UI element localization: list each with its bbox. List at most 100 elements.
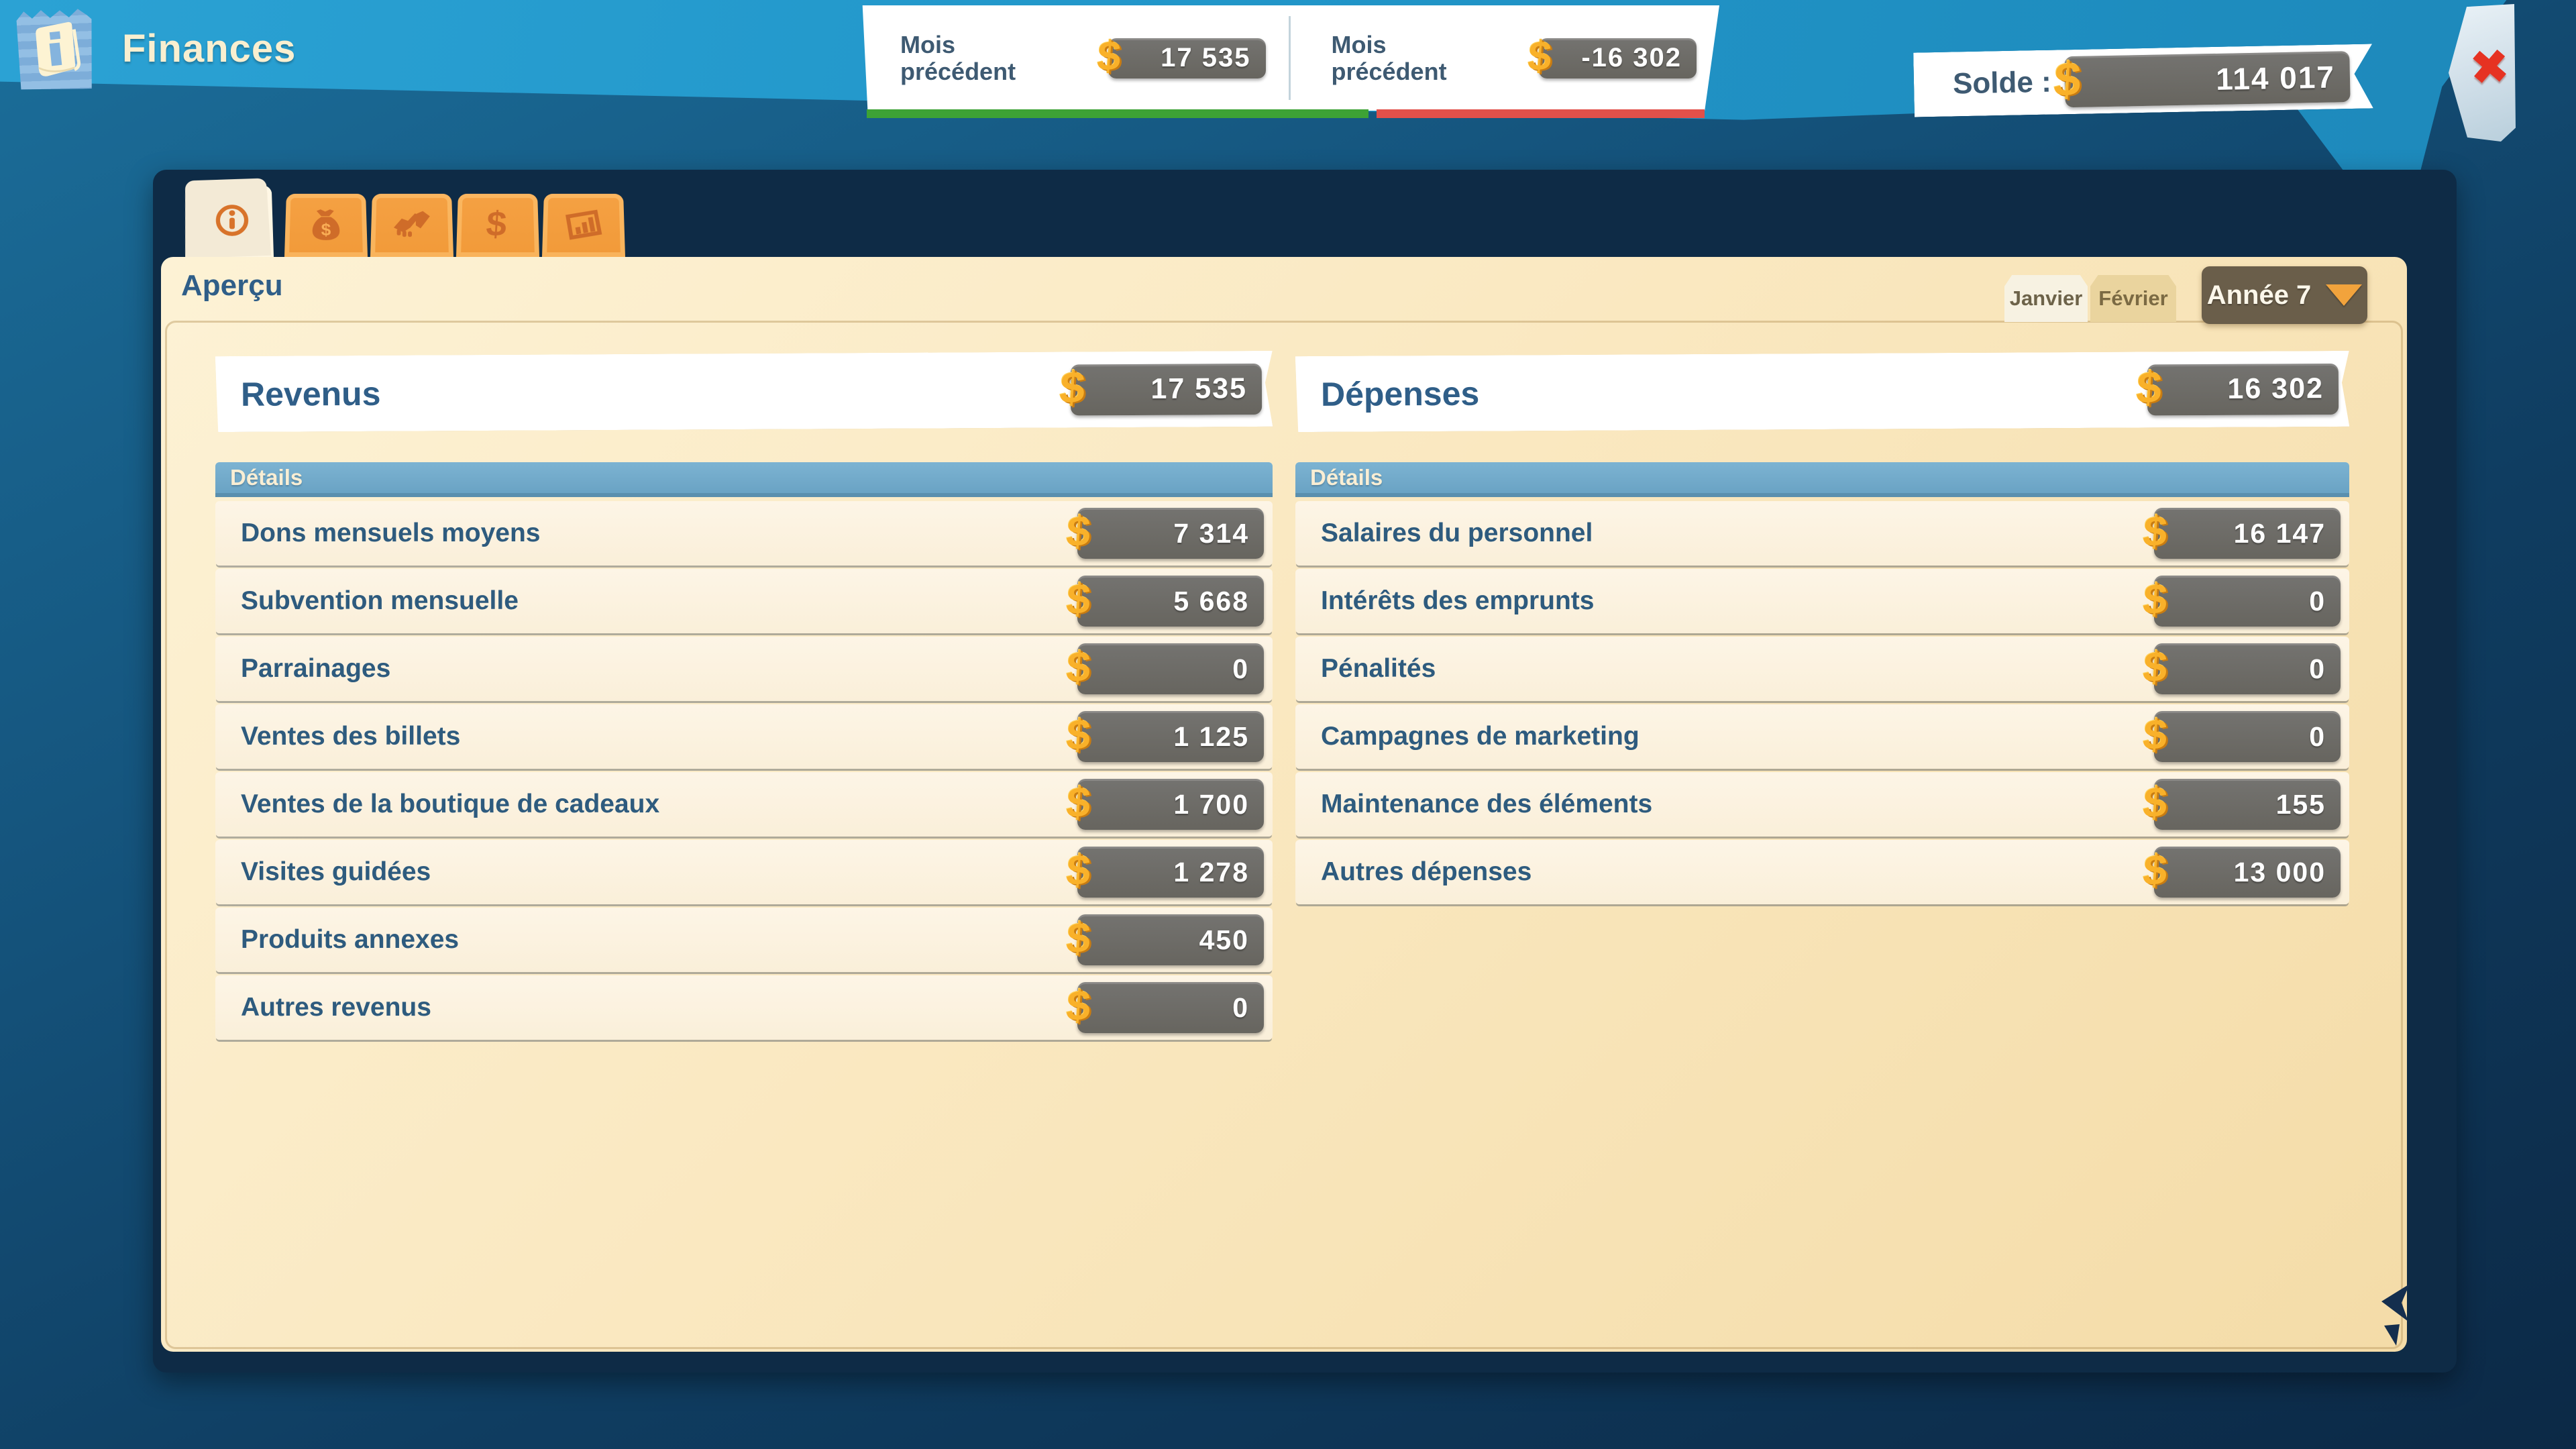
currency-icon: $ (1065, 849, 1092, 892)
table-row[interactable]: Maintenance des éléments $ 155 (1295, 772, 2349, 837)
currency-icon: $ (2053, 55, 2082, 105)
row-label: Autres dépenses (1295, 857, 1532, 887)
income-underline (867, 109, 1368, 118)
row-amount: $ 0 (1077, 643, 1264, 694)
row-label: Maintenance des éléments (1295, 790, 1652, 819)
expenses-details-header: Détails (1295, 462, 2349, 497)
previous-month-expense: Mois précédent $ -16 302 (1289, 5, 1720, 111)
row-amount: $ 450 (1077, 914, 1264, 965)
prev-expense-label: Mois précédent (1332, 32, 1489, 85)
row-amount: $ 155 (2154, 779, 2341, 830)
year-label: Année 7 (2207, 280, 2312, 311)
row-amount: $ 7 314 (1077, 508, 1264, 559)
finances-screen: Finances Mois précédent $ 17 535 Mois pr… (0, 0, 2576, 1449)
month-tab-fevrier[interactable]: Février (2090, 275, 2176, 322)
revenue-rows: Dons mensuels moyens $ 7 314 Subvention … (215, 501, 1273, 1043)
table-row[interactable]: Autres revenus $ 0 (215, 975, 1273, 1040)
tab-stats[interactable] (542, 194, 625, 257)
expenses-title: Dépenses (1321, 374, 1480, 413)
row-label: Salaires du personnel (1295, 519, 1593, 548)
table-row[interactable]: Salaires du personnel $ 16 147 (1295, 501, 2349, 566)
tab-overview[interactable] (191, 185, 274, 257)
table-row[interactable]: Ventes de la boutique de cadeaux $ 1 700 (215, 772, 1273, 837)
row-amount: $ 5 668 (1077, 576, 1264, 627)
currency-icon: $ (2142, 781, 2169, 824)
table-row[interactable]: Autres dépenses $ 13 000 (1295, 840, 2349, 904)
revenue-title: Revenus (241, 374, 381, 413)
row-amount: $ 1 125 (1077, 711, 1264, 762)
currency-icon: $ (2142, 578, 2169, 621)
row-label: Ventes de la boutique de cadeaux (215, 790, 659, 819)
expenses-header: Dépenses $ 16 302 (1295, 351, 2350, 432)
table-row[interactable]: Parrainages $ 0 (215, 637, 1273, 701)
app-header: Finances (17, 8, 296, 90)
row-label: Intérêts des emprunts (1295, 586, 1594, 616)
expenses-total: $ 16 302 (2147, 363, 2339, 415)
row-amount: $ 0 (2154, 643, 2341, 694)
prev-expense-amount: $ -16 302 (1539, 38, 1697, 78)
tab-pricing[interactable]: $ (456, 194, 539, 257)
close-icon: ✖ (2467, 37, 2512, 96)
row-amount: $ 0 (2154, 711, 2341, 762)
row-amount: $ 0 (2154, 576, 2341, 627)
overview-panel: Aperçu Janvier Février Année 7 Revenus $… (161, 257, 2407, 1352)
page-title: Finances (122, 15, 296, 83)
currency-icon: $ (2142, 510, 2169, 553)
svg-text:$: $ (485, 207, 508, 244)
currency-icon: $ (1065, 510, 1092, 553)
currency-icon: $ (1059, 365, 1087, 411)
month-tab-janvier[interactable]: Janvier (2004, 275, 2088, 322)
tab-income[interactable]: $ (284, 194, 368, 257)
table-row[interactable]: Campagnes de marketing $ 0 (1295, 704, 2349, 769)
revenue-details-header: Détails (215, 462, 1273, 497)
money-bag-icon: $ (308, 207, 343, 243)
currency-icon: $ (2142, 645, 2169, 689)
dollar-icon: $ (481, 207, 514, 244)
table-row[interactable]: Dons mensuels moyens $ 7 314 (215, 501, 1273, 566)
row-label: Subvention mensuelle (215, 586, 519, 616)
section-title: Aperçu (181, 269, 283, 303)
currency-icon: $ (1065, 781, 1092, 824)
svg-text:$: $ (321, 220, 331, 239)
year-dropdown[interactable]: Année 7 (2202, 266, 2367, 324)
row-amount: $ 1 700 (1077, 779, 1264, 830)
previous-month-banner: Mois précédent $ 17 535 Mois précédent $… (857, 5, 1719, 111)
finances-book-icon (16, 7, 94, 91)
row-amount: $ 1 278 (1077, 847, 1264, 898)
tab-deals[interactable] (370, 194, 453, 257)
currency-icon: $ (1065, 713, 1092, 757)
bar-chart-icon (564, 208, 602, 242)
handshake-icon (392, 209, 431, 241)
currency-icon: $ (1527, 35, 1553, 78)
row-label: Pénalités (1295, 654, 1436, 684)
row-label: Visites guidées (215, 857, 431, 887)
table-row[interactable]: Ventes des billets $ 1 125 (215, 704, 1273, 769)
revenue-header: Revenus $ 17 535 (215, 351, 1273, 432)
currency-icon: $ (1065, 645, 1092, 689)
chevron-down-icon (2326, 284, 2362, 306)
table-row[interactable]: Pénalités $ 0 (1295, 637, 2349, 701)
prev-income-label: Mois précédent (900, 32, 1058, 85)
table-row[interactable]: Produits annexes $ 450 (215, 908, 1273, 972)
table-row[interactable]: Visites guidées $ 1 278 (215, 840, 1273, 904)
currency-icon: $ (2135, 365, 2163, 411)
expense-underline (1377, 109, 1705, 118)
row-label: Parrainages (215, 654, 390, 684)
row-amount: $ 16 147 (2154, 508, 2341, 559)
finances-panel-frame: $ $ (153, 170, 2457, 1373)
table-row[interactable]: Subvention mensuelle $ 5 668 (215, 569, 1273, 633)
currency-icon: $ (1065, 578, 1092, 621)
table-row[interactable]: Intérêts des emprunts $ 0 (1295, 569, 2349, 633)
row-label: Autres revenus (215, 993, 431, 1022)
info-icon (213, 203, 250, 237)
currency-icon: $ (1095, 35, 1122, 78)
revenue-total: $ 17 535 (1071, 363, 1262, 415)
row-amount: $ 0 (1077, 982, 1264, 1033)
row-amount: $ 13 000 (2154, 847, 2341, 898)
row-label: Dons mensuels moyens (215, 519, 540, 548)
previous-month-income: Mois précédent $ 17 535 (857, 5, 1289, 111)
mouse-cursor-icon (2375, 1283, 2432, 1347)
prev-income-amount: $ 17 535 (1108, 38, 1266, 78)
balance-label: Solde : (1953, 66, 2052, 101)
balance-amount: $ 114 017 (2064, 51, 2350, 107)
